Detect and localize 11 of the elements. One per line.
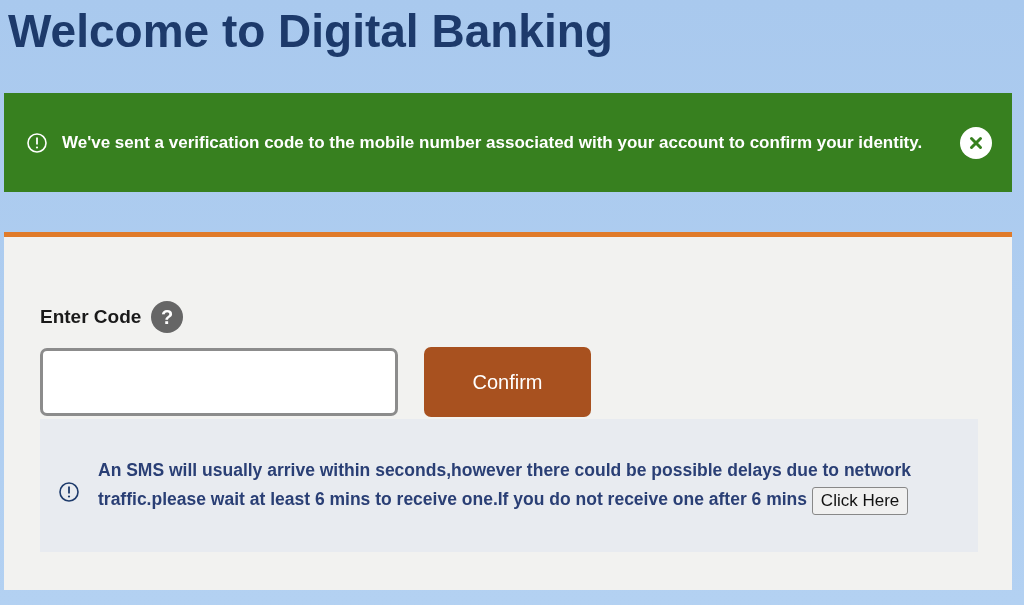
confirm-button[interactable]: Confirm [424,347,591,417]
click-here-button[interactable]: Click Here [811,486,909,515]
info-icon [26,131,48,154]
help-icon[interactable]: ? [151,301,184,333]
notice-message: An SMS will usually arrive within seconds,however there could be possible delays due to network traffic.please wait at least 6 mins to receive one.If you do not receive one after 6 mins Click Here [98,456,958,515]
info-icon [58,480,80,503]
field-label: Enter Code [40,304,142,329]
code-input-field[interactable] [40,348,398,416]
page-title: Welcome to Digital Banking [8,8,614,59]
alert-message: We've sent a verification code to the mobile number associated with your account to confirm your identity. [62,131,924,154]
close-icon[interactable] [960,126,992,159]
